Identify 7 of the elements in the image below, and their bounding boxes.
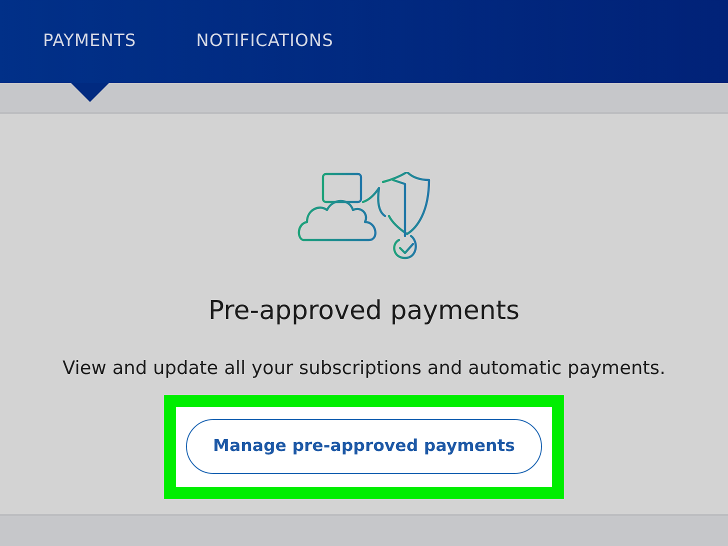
- tab[interactable]: PAYMENTS: [43, 0, 136, 83]
- tab[interactable]: NOTIFICATIONS: [196, 0, 334, 83]
- cloud-card-shield-icon: [297, 172, 431, 260]
- manage-payments-button[interactable]: Manage pre-approved payments: [186, 418, 542, 474]
- section-title: Pre-approved payments: [208, 295, 520, 328]
- selection-pointer: [70, 83, 109, 102]
- description-text: View and update all your subscriptions and automatic payments.: [62, 357, 666, 381]
